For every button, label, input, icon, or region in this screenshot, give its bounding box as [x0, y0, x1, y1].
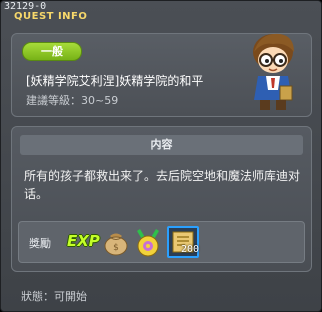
medal-icon[interactable]: [133, 227, 163, 257]
quest-status: 狀態：可開始: [21, 288, 87, 304]
money-bag-icon[interactable]: $: [101, 227, 131, 257]
status-label: 狀態: [21, 290, 43, 303]
quest-content-panel: 内容 所有的孩子都救出来了。去后院空地和魔法师库迪对话。 獎勵 EXP $ 20…: [11, 126, 312, 272]
quest-type-tag: 一般: [22, 42, 82, 61]
npc-boy-icon: [253, 33, 294, 110]
window-title: QUEST INFO: [14, 11, 88, 22]
scroll-count: 200: [180, 244, 199, 255]
status-colon: ：: [43, 290, 54, 303]
quest-level: 建議等級：30~59: [26, 92, 118, 108]
status-value: 可開始: [54, 290, 87, 303]
exp-icon[interactable]: EXP: [67, 232, 100, 250]
quest-name: [妖精学院艾利涅]妖精学院的和平: [26, 74, 204, 88]
quest-summary-panel: 一般 [妖精学院艾利涅]妖精学院的和平 建議等級：30~59: [11, 33, 312, 117]
quest-info-window: 32129-0 QUEST INFO 一般 [妖精学院艾利涅]妖精学院的和平 建…: [0, 0, 322, 312]
reward-row: 獎勵 EXP $ 200: [18, 221, 305, 263]
content-header: 内容: [20, 135, 303, 155]
quest-level-label: 建議等級: [26, 94, 70, 107]
content-text: 所有的孩子都救出来了。去后院空地和魔法师库迪对话。: [24, 169, 301, 201]
svg-text:$: $: [113, 243, 119, 253]
quest-level-range: 30~59: [81, 94, 119, 107]
reward-label: 獎勵: [29, 237, 51, 250]
level-colon: ：: [70, 94, 81, 107]
